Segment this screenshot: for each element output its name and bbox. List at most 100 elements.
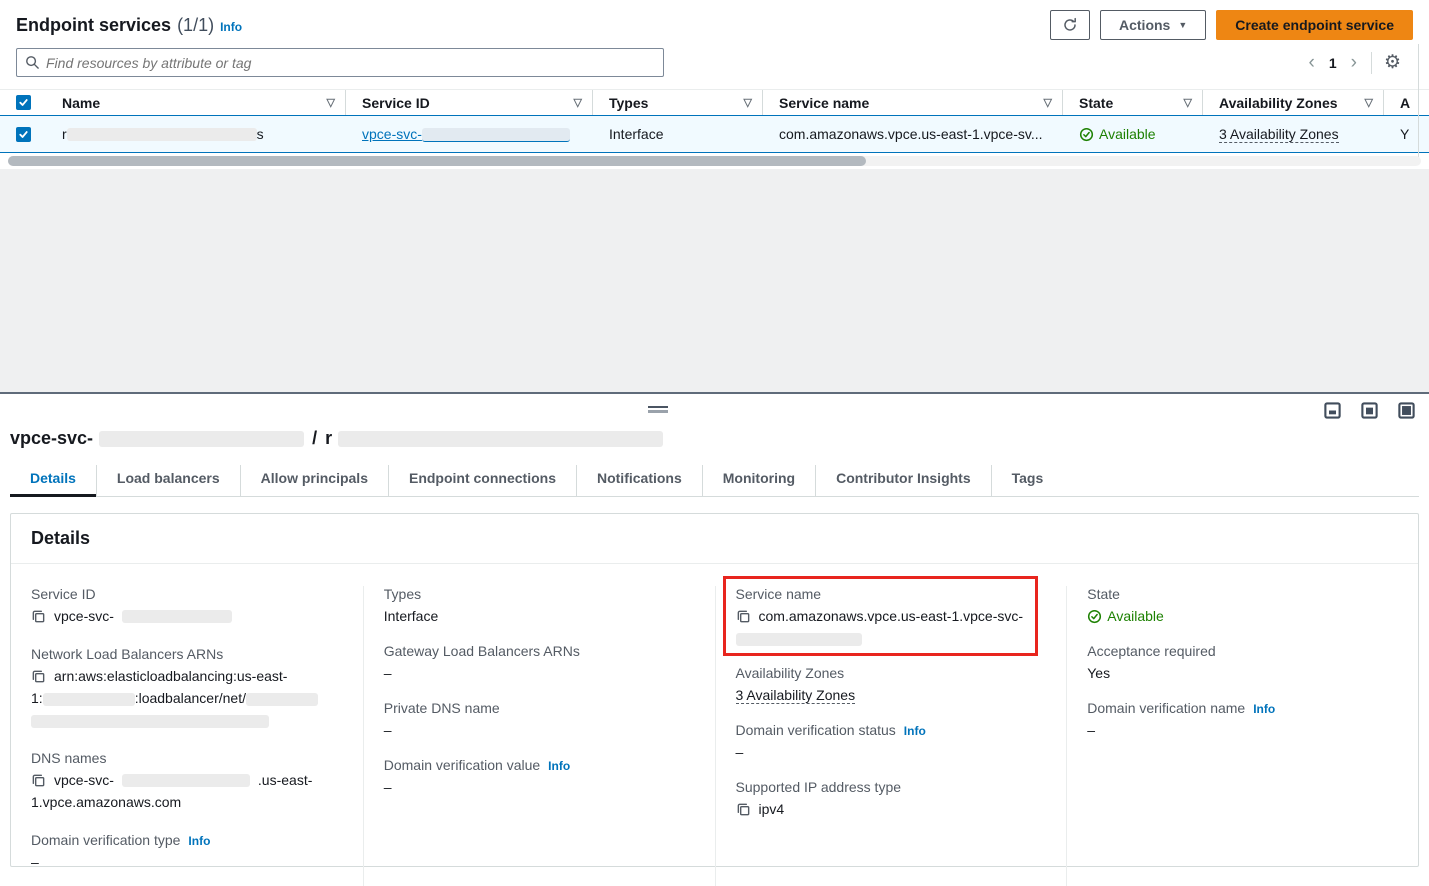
pagination-divider (1371, 52, 1372, 74)
column-header-service-id[interactable]: Service ID ▽ (346, 90, 593, 115)
resource-count: (1/1) (177, 15, 214, 36)
info-link[interactable]: Info (904, 724, 926, 738)
info-link[interactable]: Info (1253, 702, 1275, 716)
details-column-2: Types Interface Gateway Load Balancers A… (363, 586, 715, 886)
check-circle-icon (1079, 127, 1094, 142)
info-link[interactable]: Info (188, 834, 210, 848)
endpoint-services-page: Endpoint services (1/1) Info Actions ▼ C… (0, 0, 1429, 886)
refresh-icon (1062, 17, 1078, 33)
column-header-truncated[interactable]: A (1384, 90, 1429, 115)
panel-layout-controls (1324, 402, 1415, 419)
check-icon (18, 129, 29, 140)
field-nlb-arns: Network Load Balancers ARNs arn:aws:elas… (31, 646, 343, 731)
cell-service-name: com.amazonaws.vpce.us-east-1.vpce-sv... (763, 116, 1063, 152)
availability-zones-popover[interactable]: 3 Availability Zones (1219, 126, 1339, 143)
state-badge: Available (1087, 605, 1164, 627)
tab-notifications[interactable]: Notifications (576, 465, 702, 496)
panel-position-full-icon[interactable] (1398, 402, 1415, 419)
tab-load-balancers[interactable]: Load balancers (96, 465, 240, 496)
tab-allow-principals[interactable]: Allow principals (240, 465, 388, 496)
select-all-cell (0, 90, 46, 115)
field-domain-verification-value: Domain verification value Info – (384, 757, 695, 798)
field-dns-names: DNS names vpce-svc-.us-east- 1.vpce.amaz… (31, 750, 343, 813)
empty-table-area (0, 169, 1429, 392)
field-acceptance-required: Acceptance required Yes (1087, 643, 1398, 684)
availability-zones-popover[interactable]: 3 Availability Zones (736, 687, 856, 704)
create-endpoint-service-button[interactable]: Create endpoint service (1216, 10, 1413, 40)
check-icon (18, 97, 29, 108)
panel-tabs: Details Load balancers Allow principals … (10, 465, 1419, 497)
sort-icon[interactable]: ▽ (1365, 96, 1373, 109)
panel-position-bottom-icon[interactable] (1324, 402, 1341, 419)
tab-endpoint-connections[interactable]: Endpoint connections (388, 465, 576, 496)
current-page[interactable]: 1 (1329, 55, 1337, 71)
search-box[interactable] (16, 48, 664, 77)
redacted-arn-tail (31, 715, 269, 728)
sort-icon[interactable]: ▽ (1184, 96, 1192, 109)
split-panel: vpce-svc- / r Details Load balancers All… (0, 392, 1429, 886)
redacted-service-id (422, 128, 570, 142)
tab-tags[interactable]: Tags (991, 465, 1064, 496)
sort-icon[interactable]: ▽ (327, 96, 335, 109)
column-header-availability-zones[interactable]: Availability Zones ▽ (1203, 90, 1384, 115)
prev-page-button[interactable]: ‹ (1307, 53, 1317, 72)
refresh-button[interactable] (1050, 10, 1090, 40)
panel-title: vpce-svc- / r (10, 428, 1413, 449)
sort-icon[interactable]: ▽ (574, 96, 582, 109)
column-header-state[interactable]: State ▽ (1063, 90, 1203, 115)
sort-icon[interactable]: ▽ (1044, 96, 1052, 109)
copy-icon[interactable] (31, 669, 46, 684)
actions-button[interactable]: Actions ▼ (1100, 10, 1206, 40)
tab-details[interactable]: Details (10, 465, 96, 496)
field-private-dns-name: Private DNS name – (384, 700, 695, 741)
details-card: Details Service ID vpce-svc- Network Loa… (10, 513, 1419, 867)
split-panel-drag-handle[interactable] (648, 406, 668, 413)
field-state: State Available (1087, 586, 1398, 627)
redacted-service-name-tail (736, 633, 862, 646)
scrollbar-thumb[interactable] (8, 156, 866, 166)
page-title-text: Endpoint services (16, 15, 171, 36)
details-column-4: State Available Acceptance required Yes (1066, 586, 1418, 886)
table-row[interactable]: rs vpce-svc- Interface com.amazonaws.vpc… (0, 116, 1429, 153)
redacted-title-id (99, 431, 304, 447)
section-right-border (1418, 44, 1419, 162)
redacted-account-id (43, 693, 135, 706)
table-section: Endpoint services (1/1) Info Actions ▼ C… (0, 0, 1429, 392)
info-link[interactable]: Info (220, 20, 242, 34)
redacted-value (122, 610, 232, 623)
page-header: Endpoint services (1/1) Info Actions ▼ C… (0, 0, 1429, 40)
preferences-gear-icon[interactable]: ⚙ (1384, 53, 1401, 72)
copy-icon[interactable] (736, 802, 751, 817)
search-input[interactable] (46, 55, 655, 71)
service-id-link[interactable]: vpce-svc- (362, 126, 570, 142)
field-types: Types Interface (384, 586, 695, 627)
copy-icon[interactable] (736, 609, 751, 624)
field-domain-verification-name: Domain verification name Info – (1087, 700, 1398, 741)
copy-icon[interactable] (31, 609, 46, 624)
panel-position-half-icon[interactable] (1361, 402, 1378, 419)
tab-monitoring[interactable]: Monitoring (702, 465, 815, 496)
cell-types: Interface (593, 116, 763, 152)
sort-icon[interactable]: ▽ (744, 96, 752, 109)
column-header-service-name[interactable]: Service name ▽ (763, 90, 1063, 115)
column-header-name[interactable]: Name ▽ (46, 90, 346, 115)
details-column-3: Service name com.amazonaws.vpce.us-east-… (715, 586, 1067, 886)
cell-availability-zones: 3 Availability Zones (1203, 116, 1384, 152)
tab-contributor-insights[interactable]: Contributor Insights (815, 465, 991, 496)
horizontal-scrollbar[interactable] (8, 156, 1421, 166)
select-all-checkbox[interactable] (16, 95, 31, 110)
check-circle-icon (1087, 609, 1102, 624)
info-link[interactable]: Info (548, 759, 570, 773)
field-availability-zones: Availability Zones 3 Availability Zones (736, 665, 1047, 706)
cell-state: Available (1063, 116, 1203, 152)
next-page-button[interactable]: › (1349, 53, 1359, 72)
column-header-types[interactable]: Types ▽ (593, 90, 763, 115)
actions-button-label: Actions (1119, 17, 1170, 33)
cell-truncated: Y (1384, 116, 1429, 152)
redacted-lb-name (246, 693, 318, 706)
row-checkbox[interactable] (16, 127, 31, 142)
copy-icon[interactable] (31, 773, 46, 788)
state-badge: Available (1079, 126, 1156, 142)
redacted-title-name (338, 431, 663, 447)
search-icon (25, 55, 40, 70)
